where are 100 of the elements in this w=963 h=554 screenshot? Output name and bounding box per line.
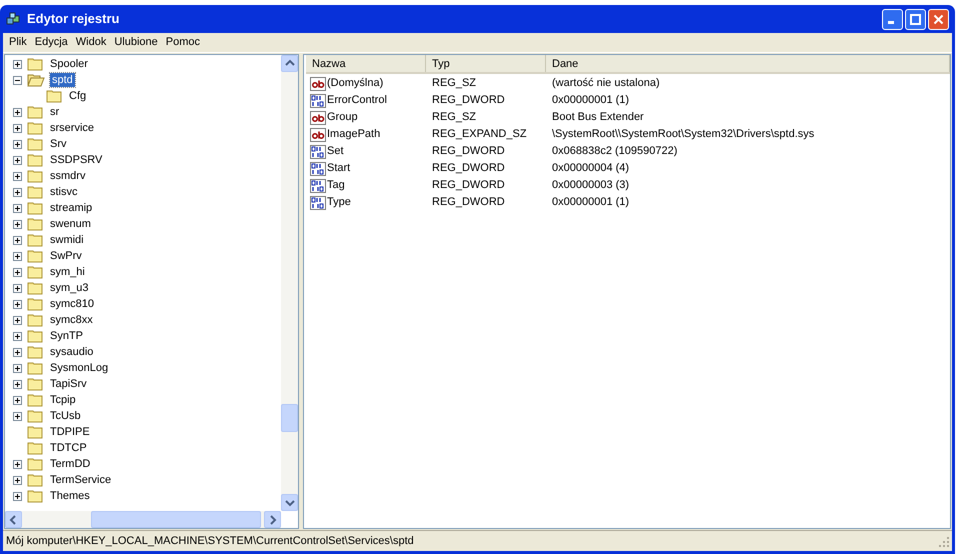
tree-item[interactable]: sptd — [50, 73, 75, 87]
tree-item[interactable]: TDTCP — [48, 441, 89, 455]
string-value-icon — [310, 128, 326, 142]
scroll-thumb[interactable] — [281, 404, 298, 432]
maximize-button[interactable] — [905, 8, 926, 30]
scroll-left-button[interactable] — [5, 511, 22, 528]
tree-item[interactable]: swenum — [48, 217, 93, 231]
folder-icon — [46, 89, 62, 103]
value-name[interactable]: Group — [327, 109, 358, 126]
folder-icon — [27, 457, 43, 471]
close-button[interactable] — [928, 8, 949, 30]
value-data: 0x00000004 (4) — [551, 161, 630, 176]
tree-item[interactable]: swmidi — [48, 233, 86, 247]
expand-icon[interactable] — [13, 476, 22, 484]
tree-item[interactable]: Spooler — [48, 57, 90, 71]
tree-item[interactable]: symc8xx — [48, 313, 95, 327]
tree-item[interactable]: SynTP — [48, 329, 86, 343]
value-name[interactable]: Set — [327, 143, 344, 160]
folder-icon — [27, 473, 43, 487]
tree-item[interactable]: sr — [48, 105, 62, 119]
tree-item[interactable]: TDPIPE — [48, 425, 92, 439]
expand-icon[interactable] — [13, 380, 22, 388]
expand-icon[interactable] — [13, 108, 22, 116]
tree-item[interactable]: TcUsb — [48, 409, 83, 423]
close-icon — [933, 14, 944, 24]
tree-item[interactable]: TermDD — [48, 457, 92, 471]
folder-icon — [27, 489, 43, 503]
value-type: REG_DWORD — [431, 195, 506, 210]
expand-icon[interactable] — [13, 204, 22, 212]
binary-value-icon — [310, 196, 326, 210]
tree-item[interactable]: ssmdrv — [48, 169, 88, 183]
tree-item[interactable]: SSDPSRV — [48, 153, 104, 167]
string-value-icon — [310, 110, 326, 124]
value-data: 0x00000001 (1) — [551, 195, 630, 210]
tree-item[interactable]: sym_hi — [48, 265, 87, 279]
tree-item[interactable]: Srv — [48, 137, 68, 151]
tree-item[interactable]: SwPrv — [48, 249, 84, 263]
folder-icon — [27, 233, 43, 247]
expand-icon[interactable] — [13, 316, 22, 324]
expand-icon[interactable] — [13, 124, 22, 132]
tree-item[interactable]: symc810 — [48, 297, 96, 311]
scroll-up-button[interactable] — [281, 55, 298, 72]
tree-item[interactable]: TapiSrv — [48, 377, 89, 391]
value-name[interactable]: ErrorControl — [327, 92, 387, 109]
expand-icon[interactable] — [13, 412, 22, 420]
expand-icon[interactable] — [13, 300, 22, 308]
horizontal-scrollbar[interactable] — [5, 511, 281, 528]
tree-item[interactable]: srservice — [48, 121, 96, 135]
expand-icon[interactable] — [13, 60, 22, 68]
value-name[interactable]: Type — [327, 194, 351, 211]
expand-icon[interactable] — [13, 268, 22, 276]
menu-item[interactable]: Plik — [5, 34, 31, 51]
resize-grip-icon[interactable] — [937, 535, 949, 547]
folder-icon — [27, 425, 43, 439]
value-name[interactable]: ImagePath — [327, 126, 380, 143]
tree-item[interactable]: sysaudio — [48, 345, 96, 359]
menu-item[interactable]: Ulubione — [110, 34, 162, 51]
value-name[interactable]: Start — [327, 160, 350, 177]
collapse-icon[interactable] — [13, 76, 22, 84]
value-name[interactable]: Tag — [327, 177, 345, 194]
expand-icon[interactable] — [13, 156, 22, 164]
expand-icon[interactable] — [13, 172, 22, 180]
tree-item[interactable]: streamip — [48, 201, 94, 215]
tree-item[interactable]: stisvc — [48, 185, 80, 199]
folder-icon — [27, 361, 43, 375]
value-data: 0x00000003 (3) — [551, 178, 630, 194]
minimize-button[interactable] — [882, 8, 903, 30]
column-header[interactable]: Nazwa — [306, 55, 426, 72]
expand-icon[interactable] — [13, 460, 22, 468]
expand-icon[interactable] — [13, 396, 22, 404]
tree-item[interactable]: Themes — [48, 489, 92, 503]
menu-item[interactable]: Edycja — [30, 34, 72, 51]
expand-icon[interactable] — [13, 492, 22, 500]
expand-icon[interactable] — [13, 252, 22, 260]
expand-icon[interactable] — [13, 236, 22, 244]
tree-item[interactable]: sym_u3 — [48, 281, 91, 295]
expand-icon[interactable] — [13, 188, 22, 196]
string-value-icon — [310, 76, 326, 90]
column-header[interactable]: Dane — [546, 55, 950, 72]
expand-icon[interactable] — [13, 364, 22, 372]
expand-icon[interactable] — [13, 348, 22, 356]
vertical-scrollbar[interactable] — [281, 55, 298, 511]
folder-icon — [27, 201, 43, 215]
tree-item[interactable]: Tcpip — [48, 393, 78, 407]
value-name[interactable]: (Domyślna) — [327, 75, 384, 92]
scroll-thumb[interactable] — [91, 511, 261, 528]
tree-item[interactable]: TermService — [48, 473, 114, 487]
folder-icon — [27, 377, 43, 391]
scroll-down-button[interactable] — [281, 494, 298, 511]
expand-icon[interactable] — [13, 140, 22, 148]
menu-item[interactable]: Widok — [72, 34, 110, 51]
tree-item[interactable]: Cfg — [67, 89, 88, 103]
expand-icon[interactable] — [13, 220, 22, 228]
expand-icon[interactable] — [13, 332, 22, 340]
value-type: REG_DWORD — [431, 178, 506, 194]
column-header[interactable]: Typ — [426, 55, 546, 72]
tree-item[interactable]: SysmonLog — [48, 361, 110, 375]
menu-item[interactable]: Pomoc — [162, 34, 204, 51]
expand-icon[interactable] — [13, 284, 22, 292]
scroll-right-button[interactable] — [264, 511, 281, 528]
